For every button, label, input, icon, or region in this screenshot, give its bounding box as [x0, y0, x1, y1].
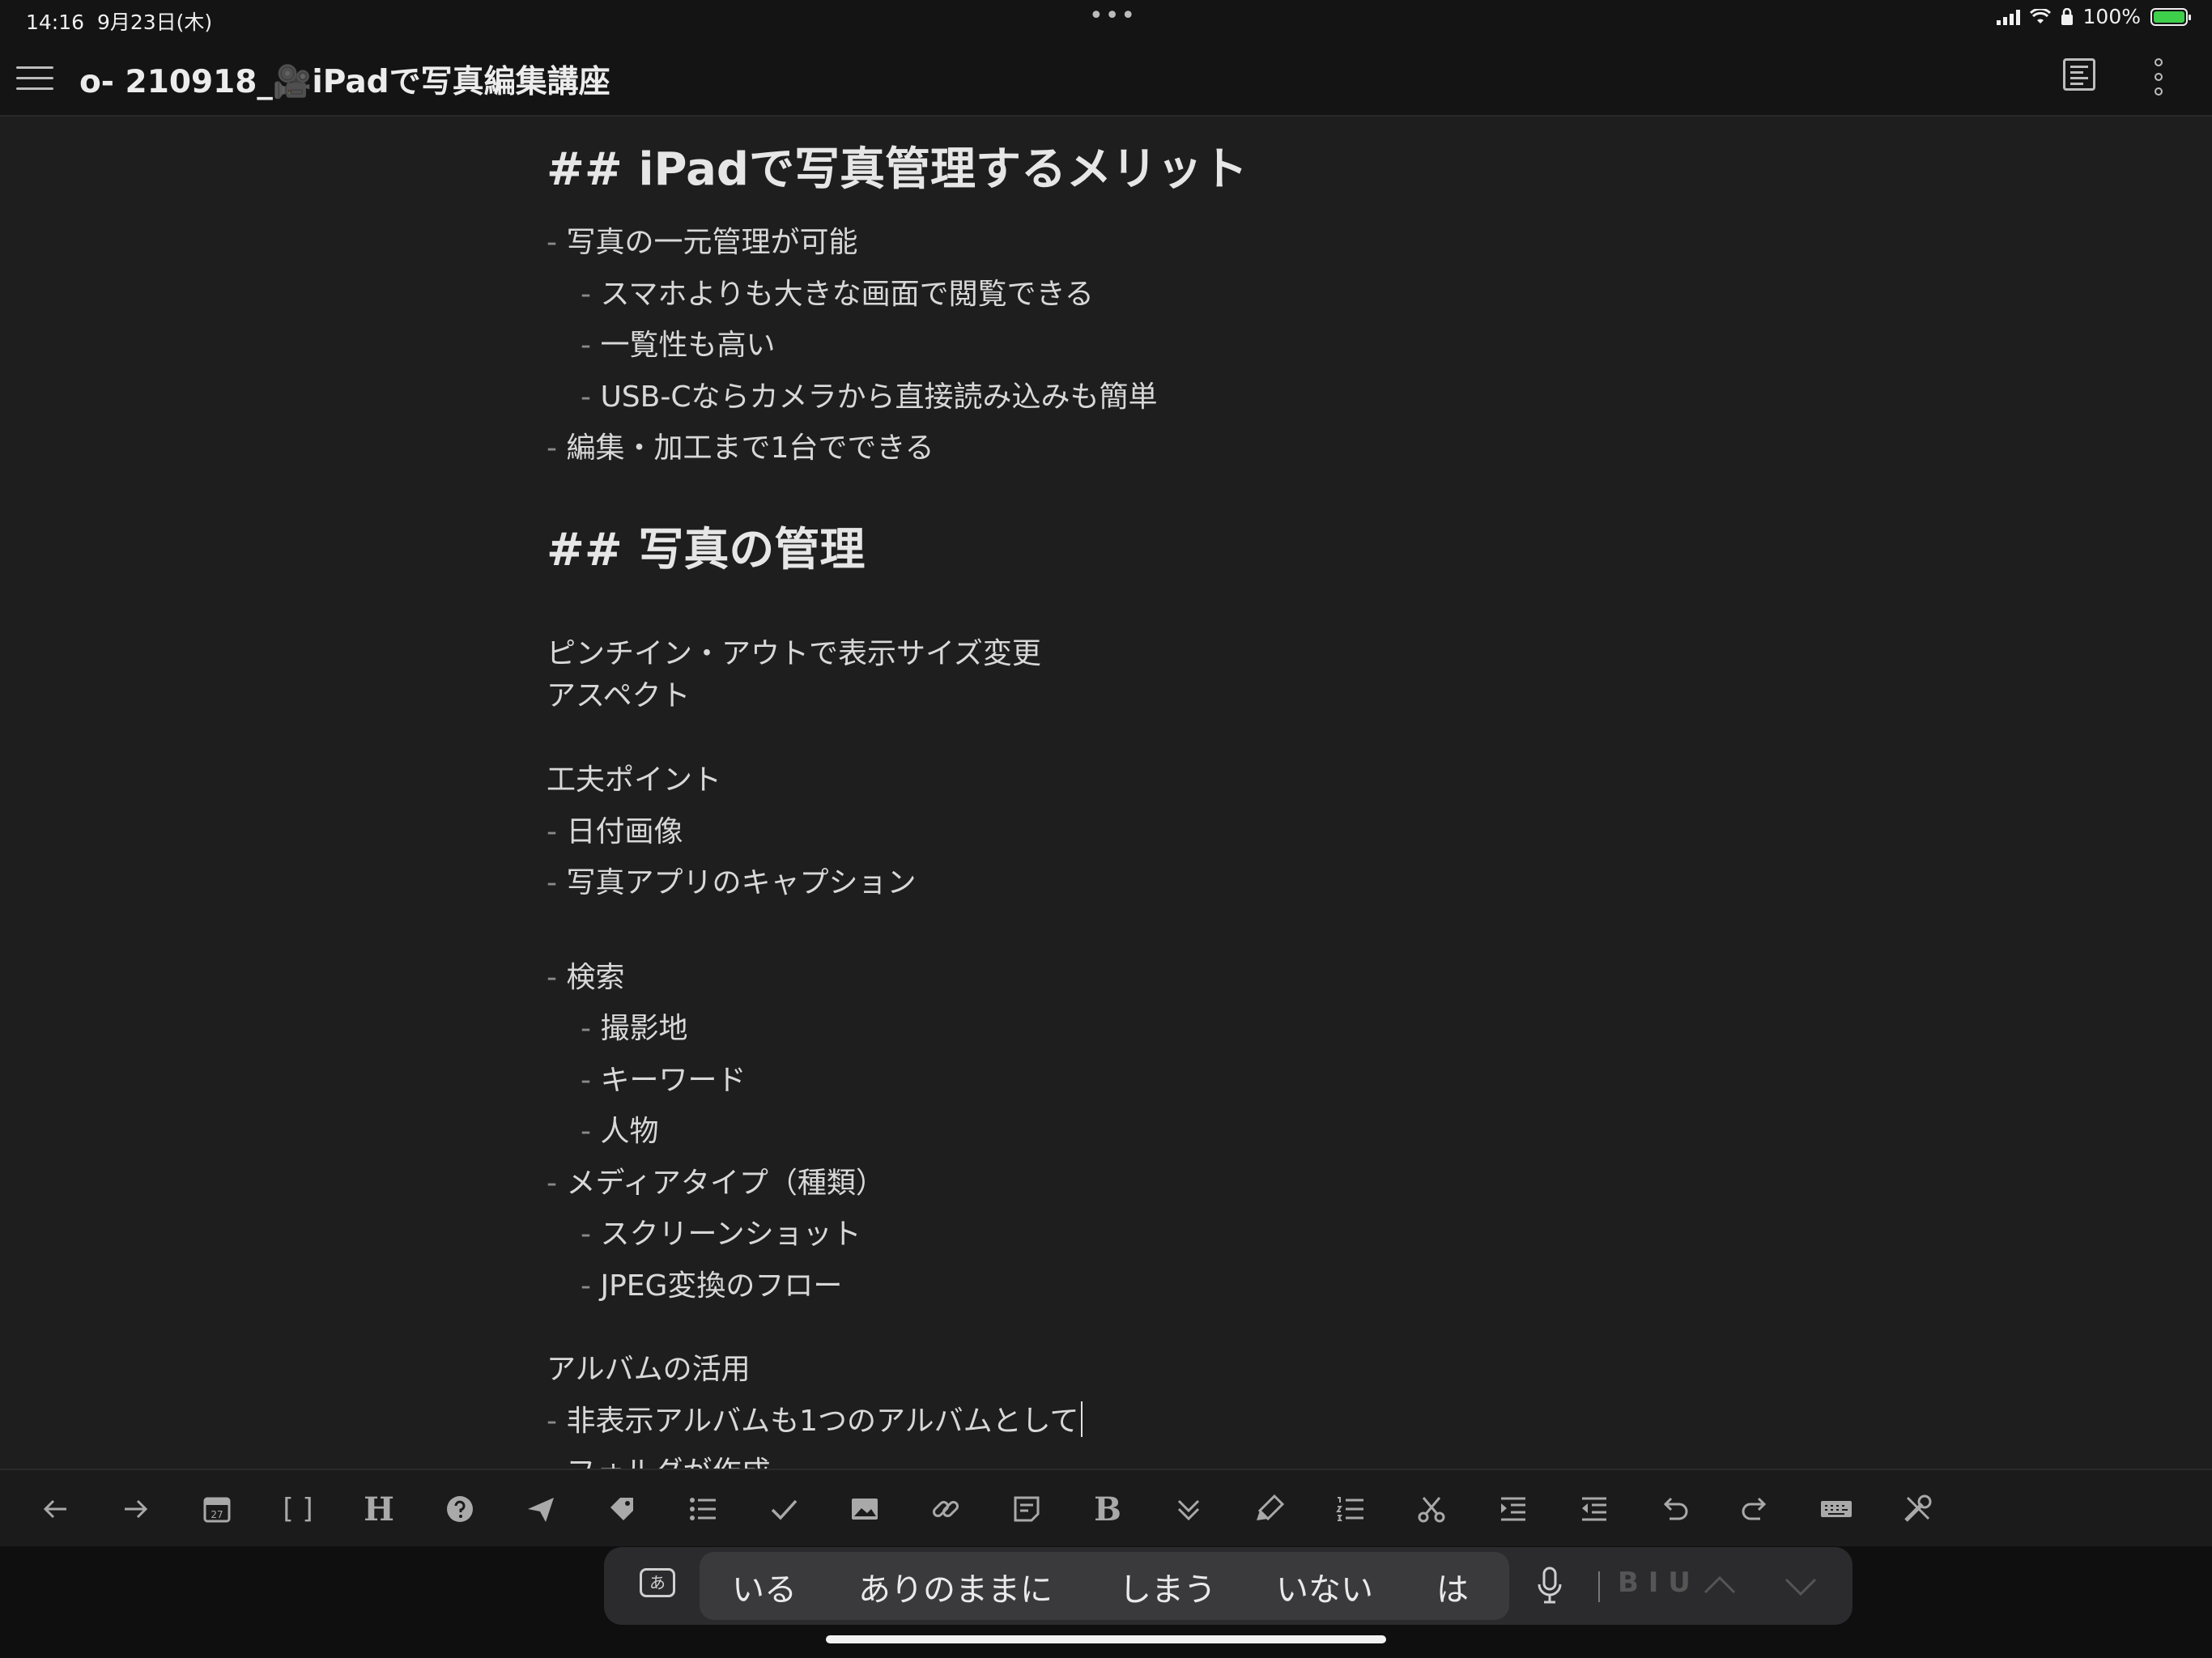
status-time: 14:16 9月23日(木) — [26, 11, 213, 34]
scissors-icon[interactable] — [1407, 1485, 1456, 1533]
suggestion-4[interactable]: いない — [1276, 1563, 1373, 1610]
list-item: - 写真アプリのキャプション — [547, 866, 917, 899]
forward-arrow-icon[interactable] — [112, 1485, 160, 1533]
brackets-button[interactable]: [ ] — [274, 1485, 322, 1533]
biu-format-button[interactable]: B I U — [1618, 1567, 1691, 1599]
separator — [1598, 1571, 1600, 1602]
list-item: - スクリーンショット — [581, 1218, 861, 1251]
status-bar: 14:16 9月23日(木) ••• 100% — [0, 0, 2212, 39]
heading-merit: ## iPadで写真管理するメリット — [547, 143, 1248, 196]
document-title: o- 210918_🎥iPadで写真編集講座 — [79, 64, 610, 100]
list-item: - 非表示アルバムも1つのアルバムとして — [547, 1397, 1083, 1439]
list-item: - 人物 — [581, 1115, 659, 1148]
title-bar: o- 210918_🎥iPadで写真編集講座 — [0, 39, 2212, 117]
suggestion-strip — [700, 1552, 1509, 1620]
undo-icon[interactable] — [1650, 1485, 1699, 1533]
checkmark-icon[interactable] — [759, 1485, 808, 1533]
heading-button[interactable]: H — [355, 1485, 403, 1533]
quicktype-bar: あ いる ありのままに しまう いない は B I U — [604, 1547, 1853, 1625]
back-arrow-icon[interactable] — [31, 1485, 79, 1533]
suggestion-3[interactable]: しまう — [1119, 1563, 1216, 1610]
formatting-toolbar: 27 [ ] H B — [0, 1469, 2212, 1546]
svg-text:27: 27 — [211, 1509, 223, 1520]
more-options-icon[interactable] — [2147, 57, 2172, 97]
status-indicators: 100% — [1996, 5, 2191, 28]
cellular-signal-icon — [1996, 9, 2020, 25]
image-icon[interactable] — [840, 1485, 889, 1533]
paragraph: ピンチイン・アウトで表示サイズ変更 — [547, 637, 1041, 670]
list-item: - 日付画像 — [547, 815, 683, 848]
list-item: - メディアタイプ（種類） — [547, 1167, 885, 1200]
list-item: - 一覧性も高い — [581, 329, 776, 362]
note-icon[interactable] — [1002, 1485, 1051, 1533]
editor-area[interactable]: ## iPadで写真管理するメリット - 写真の一元管理が可能 - スマホよりも… — [0, 117, 2212, 1469]
paragraph: アルバムの活用 — [547, 1353, 751, 1386]
microphone-icon[interactable] — [1534, 1563, 1566, 1609]
bold-button[interactable]: B — [1083, 1485, 1132, 1533]
orientation-lock-icon — [2061, 7, 2073, 25]
chevron-down-icon[interactable] — [1776, 1562, 1825, 1610]
battery-percent: 100% — [2082, 5, 2141, 28]
paragraph: アスペクト — [547, 679, 691, 712]
keyboard-icon[interactable] — [1812, 1485, 1861, 1533]
numbered-list-icon[interactable] — [1326, 1485, 1375, 1533]
menu-icon[interactable] — [16, 63, 55, 92]
wifi-icon — [2029, 8, 2051, 23]
list-item: - 検索 — [547, 961, 625, 994]
list-item: - 撮影地 — [581, 1012, 688, 1045]
indent-icon[interactable] — [1488, 1485, 1537, 1533]
link-icon[interactable] — [921, 1485, 970, 1533]
list-item: - スマホよりも大きな画面で閲覧できる — [581, 278, 1094, 311]
outdent-icon[interactable] — [1569, 1485, 1618, 1533]
list-item: - フォルダが作成 — [547, 1448, 770, 1469]
multitasking-dots[interactable]: ••• — [1089, 2, 1137, 30]
battery-charging-icon — [2150, 7, 2191, 26]
text-cursor — [1080, 1401, 1083, 1437]
home-indicator[interactable] — [826, 1635, 1386, 1643]
bullet-list-icon[interactable] — [678, 1485, 727, 1533]
calendar-icon[interactable]: 27 — [193, 1485, 241, 1533]
redo-icon[interactable] — [1731, 1485, 1780, 1533]
input-method-button[interactable]: あ — [640, 1568, 675, 1597]
send-icon[interactable] — [517, 1485, 565, 1533]
tag-icon[interactable] — [598, 1485, 646, 1533]
suggestion-5[interactable]: は — [1436, 1563, 1469, 1610]
suggestion-2[interactable]: ありのままに — [858, 1563, 1053, 1610]
chevron-up-icon[interactable] — [1695, 1562, 1744, 1610]
outline-view-icon[interactable] — [2063, 58, 2095, 91]
help-icon[interactable] — [436, 1485, 484, 1533]
heading-manage: ## 写真の管理 — [547, 524, 866, 576]
list-item: - 編集・加工まで1台でできる — [547, 432, 934, 465]
highlighter-icon[interactable] — [1245, 1485, 1294, 1533]
tools-icon[interactable] — [1893, 1485, 1942, 1533]
chevron-double-down-icon[interactable] — [1164, 1485, 1213, 1533]
paragraph: 工夫ポイント — [547, 763, 722, 797]
list-item: - 写真の一元管理が可能 — [547, 226, 858, 259]
list-item: - キーワード — [581, 1064, 747, 1097]
list-item: - USB-Cならカメラから直接読み込みも簡単 — [581, 380, 1158, 414]
list-item: - JPEG変換のフロー — [581, 1269, 843, 1303]
suggestion-1[interactable]: いる — [732, 1563, 797, 1610]
